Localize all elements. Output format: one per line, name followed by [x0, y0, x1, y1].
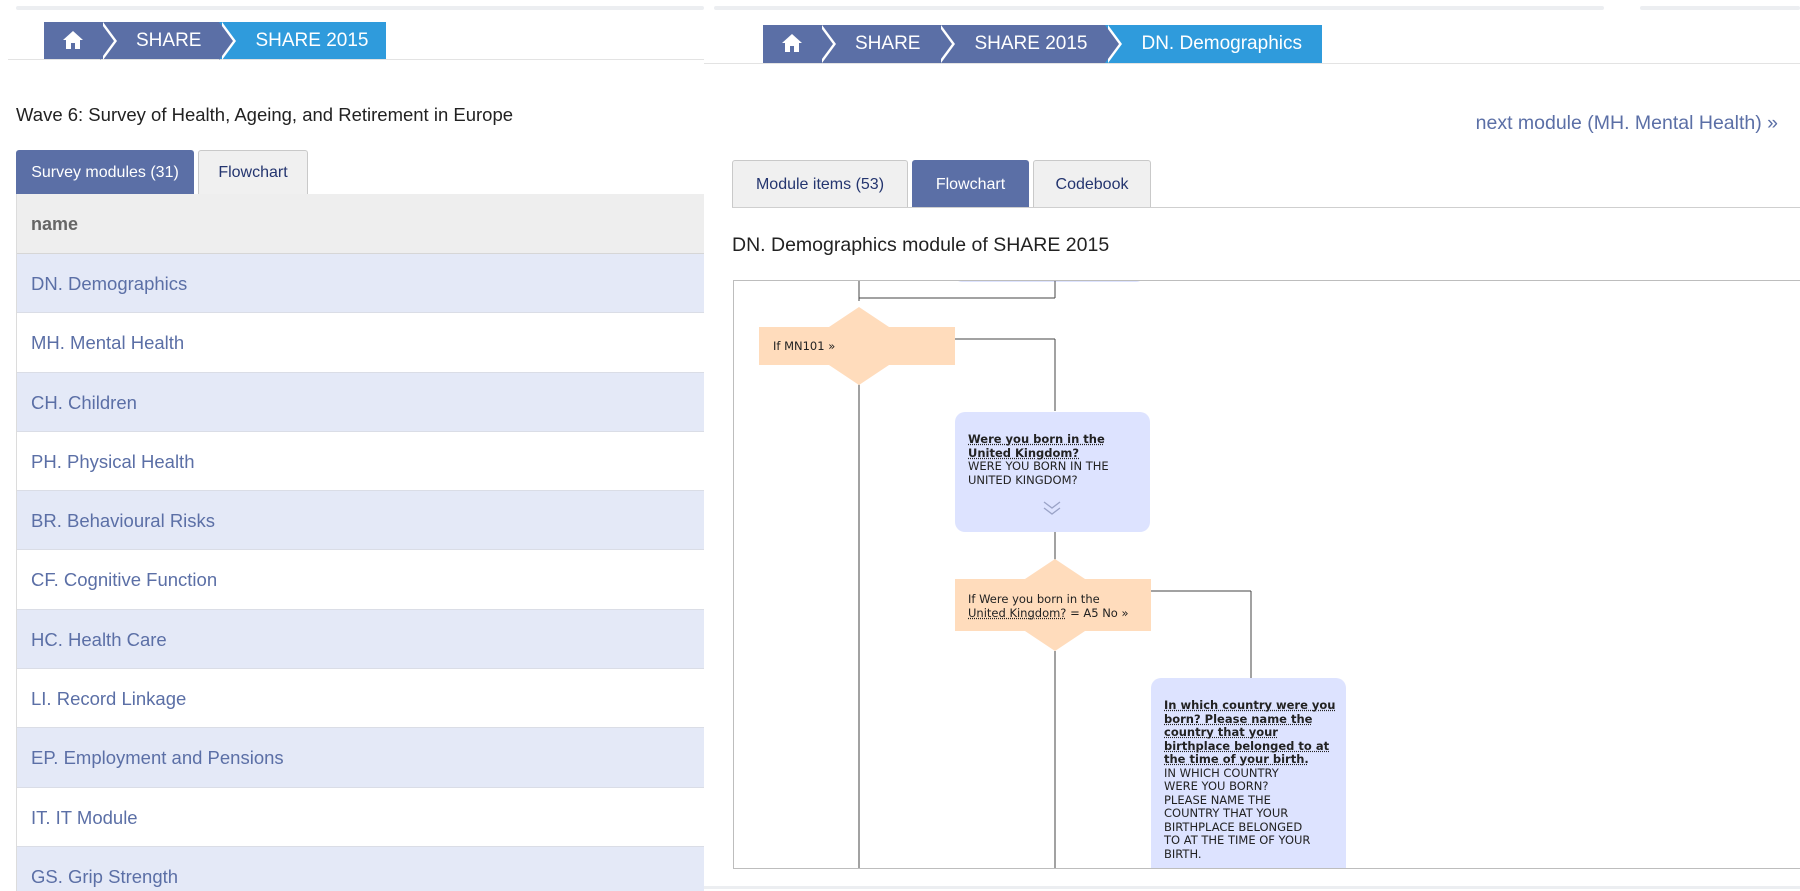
question-1-title-line: United Kingdom?: [968, 445, 1080, 460]
tab-survey-modules[interactable]: Survey modules (31): [16, 150, 194, 194]
module-title: DN. Demographics module of SHARE 2015: [732, 234, 1110, 256]
breadcrumb-dn-demographics[interactable]: DN. Demographics: [1105, 25, 1322, 63]
condition-2-line: If Were you born in the: [968, 592, 1100, 606]
table-row[interactable]: CH. Children: [17, 372, 704, 432]
module-detail-pane: SHARE SHARE 2015 DN. Demographics next m…: [704, 0, 1800, 891]
question-2-body-line: WERE YOU BORN?: [1164, 779, 1269, 793]
table-body: DN. Demographics MH. Mental Health CH. C…: [17, 254, 704, 891]
breadcrumb-divider: [704, 63, 1800, 64]
breadcrumb-share-2015[interactable]: SHARE 2015: [219, 22, 387, 60]
top-divider-right: [714, 6, 1604, 10]
question-2-title-line: In which country were you: [1164, 698, 1336, 712]
breadcrumb-home[interactable]: [44, 22, 117, 60]
question-2-body-line: TO AT THE TIME OF YOUR: [1164, 833, 1311, 847]
condition-2-label[interactable]: If Were you born in the United Kingdom? …: [968, 592, 1148, 621]
wave-title: Wave 6: Survey of Health, Ageing, and Re…: [16, 104, 514, 125]
survey-modules-pane: SHARE SHARE 2015 Wave 6: Survey of Healt…: [0, 0, 704, 891]
table-row[interactable]: IT. IT Module: [17, 787, 704, 847]
condition-2-rest: = A5 No »: [1066, 605, 1129, 620]
top-divider: [16, 6, 704, 10]
home-icon: [63, 31, 83, 49]
breadcrumb-share[interactable]: SHARE: [100, 22, 238, 60]
question-2-title-line: country that your: [1164, 725, 1278, 739]
question-2-body-line: BIRTH.: [1164, 846, 1202, 861]
question-2-title-line: birthplace belonged to at: [1164, 738, 1330, 753]
tab-codebook[interactable]: Codebook: [1033, 160, 1151, 208]
table-row[interactable]: GS. Grip Strength: [17, 846, 704, 891]
condition-2-line: United Kingdom? = A5 No »: [968, 605, 1148, 621]
question-2-body-line: IN WHICH COUNTRY: [1164, 765, 1279, 780]
tab-module-items[interactable]: Module items (53): [732, 160, 908, 208]
bottom-divider: [704, 886, 1800, 889]
tabs-divider: [732, 207, 1800, 208]
table-row[interactable]: HC. Health Care: [17, 609, 704, 670]
module-tabs: Module items (53) Flowchart Codebook: [732, 160, 1151, 208]
survey-tabs: Survey modules (31) Flowchart: [16, 150, 308, 194]
table-header-name[interactable]: name: [17, 194, 704, 254]
tab-flowchart[interactable]: Flowchart: [912, 160, 1029, 208]
table-row[interactable]: BR. Behavioural Risks: [17, 491, 704, 551]
question-2-body-line: PLEASE NAME THE: [1164, 792, 1271, 807]
table-row[interactable]: LI. Record Linkage: [17, 669, 704, 729]
table-row[interactable]: MH. Mental Health: [17, 313, 704, 373]
breadcrumb-share[interactable]: SHARE: [819, 25, 957, 63]
question-1-text[interactable]: Were you born in the United Kingdom? WER…: [968, 432, 1143, 487]
home-icon: [782, 34, 802, 52]
question-2-body-line: BIRTHPLACE BELONGED: [1164, 819, 1303, 834]
tab-flowchart[interactable]: Flowchart: [198, 150, 308, 194]
table-row[interactable]: CF. Cognitive Function: [17, 550, 704, 610]
breadcrumb-share-2015[interactable]: SHARE 2015: [938, 25, 1123, 63]
table-row[interactable]: PH. Physical Health: [17, 431, 704, 492]
question-2-text[interactable]: In which country were you born? Please n…: [1164, 698, 1339, 861]
question-node-partial: [958, 281, 1140, 282]
question-1-title-line: Were you born in the: [968, 432, 1105, 446]
condition-2-link[interactable]: United Kingdom?: [968, 606, 1066, 620]
breadcrumb-home[interactable]: [763, 25, 836, 63]
breadcrumb: SHARE SHARE 2015: [44, 22, 387, 60]
modules-table: name DN. Demographics MH. Mental Health …: [16, 194, 704, 891]
question-2-title-line: born? Please name the: [1164, 711, 1313, 726]
question-2-title-line: the time of your birth.: [1164, 752, 1309, 766]
question-1-body-line: WERE YOU BORN IN THE: [968, 459, 1109, 473]
table-row[interactable]: EP. Employment and Pensions: [17, 728, 704, 788]
table-row[interactable]: DN. Demographics: [17, 254, 704, 314]
question-2-body-line: COUNTRY THAT YOUR: [1164, 806, 1289, 820]
breadcrumb-right: SHARE SHARE 2015 DN. Demographics: [763, 25, 1322, 63]
flowchart-canvas[interactable]: If MN101 » Were you born in the United K…: [733, 280, 1800, 869]
next-module-link[interactable]: next module (MH. Mental Health) »: [1476, 112, 1778, 135]
top-divider-right-2: [1640, 6, 1800, 10]
question-1-body-line: UNITED KINGDOM?: [968, 472, 1078, 487]
condition-1-label[interactable]: If MN101 »: [773, 339, 835, 354]
